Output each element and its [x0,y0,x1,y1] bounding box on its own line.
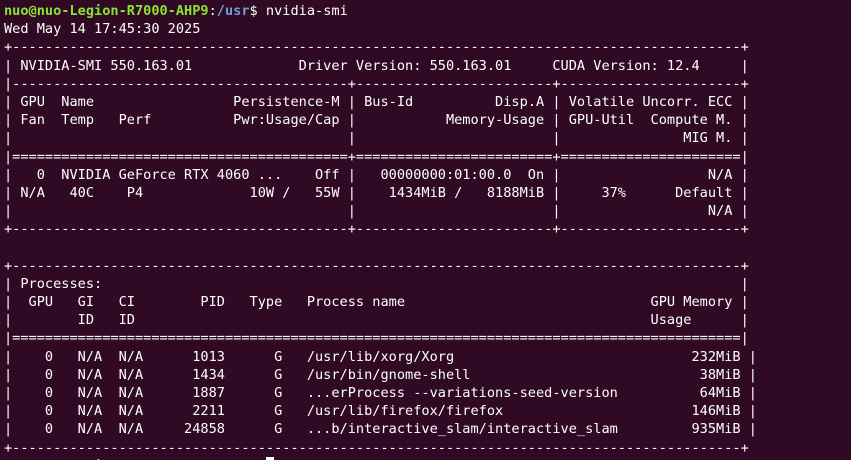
prompt-user-host: nuo@nuo-Legion-R7000-AHP9 [4,3,209,19]
nvidia-smi-output: +---------------------------------------… [4,38,851,456]
output-line: | 0 N/A N/A 1434 G /usr/bin/gnome-shell … [4,366,757,383]
command-line: nuo@nuo-Legion-R7000-AHP9:/usr$ nvidia-s… [4,2,851,20]
output-line: | Fan Temp Perf Pwr:Usage/Cap | Memory-U… [4,112,749,129]
output-line: | NVIDIA-SMI 550.163.01 Driver Version: … [4,57,749,74]
output-line: +---------------------------------------… [4,439,749,456]
output-line: +---------------------------------------… [4,257,749,274]
output-line: |---------------------------------------… [4,75,749,92]
output-line: |=======================================… [4,330,749,347]
output-line: | N/A 40C P4 10W / 55W | 1434MiB / 8188M… [4,184,749,201]
output-line: | Processes: | [4,275,749,292]
output-line: |=======================================… [4,148,749,165]
prompt-path: /usr [216,3,250,19]
output-line: | | | N/A | [4,203,749,220]
output-line: +---------------------------------------… [4,221,749,238]
output-line: +---------------------------------------… [4,39,749,56]
output-line: | 0 N/A N/A 24858 G ...b/interactive_sla… [4,421,757,438]
output-line: | 0 NVIDIA GeForce RTX 4060 ... Off | 00… [4,166,749,183]
output-line: | GPU Name Persistence-M | Bus-Id Disp.A… [4,93,749,110]
output-line: | GPU GI CI PID Type Process name GPU Me… [4,294,749,310]
prompt-symbol: $ [249,3,266,19]
timestamp: Wed May 14 17:45:30 2025 [4,21,201,38]
output-line: | 0 N/A N/A 1887 G ...erProcess --variat… [4,384,757,401]
output-line: | 0 N/A N/A 1013 G /usr/lib/xorg/Xorg 23… [4,348,757,365]
output-line: | 0 N/A N/A 2211 G /usr/lib/firefox/fire… [4,403,757,420]
prompt-separator: : [208,3,217,19]
output-line: | ID ID Usage | [4,312,749,329]
terminal-window[interactable]: nuo@nuo-Legion-R7000-AHP9:/usr$ nvidia-s… [0,0,851,460]
command-text: nvidia-smi [265,3,348,19]
output-line: | | | MIG M. | [4,130,749,147]
